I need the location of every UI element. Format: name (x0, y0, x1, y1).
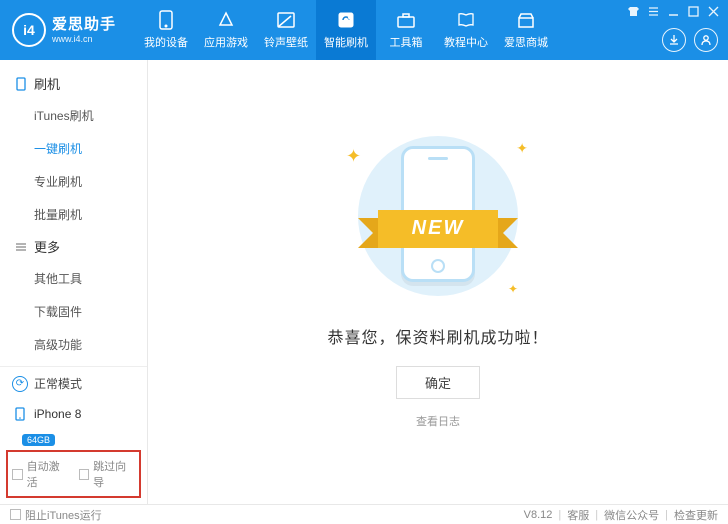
brand-url: www.i4.cn (52, 34, 116, 45)
nav-label: 智能刷机 (324, 34, 368, 50)
checkbox-label: 跳过向导 (93, 458, 135, 490)
checkbox-skip-guide[interactable]: 跳过向导 (79, 458, 136, 490)
device-name: iPhone 8 (34, 407, 81, 421)
sidebar-group-flash[interactable]: 刷机 (0, 68, 147, 99)
download-icon[interactable] (662, 28, 686, 52)
device-mode[interactable]: ⟳ 正常模式 (0, 367, 147, 400)
close-icon[interactable] (706, 4, 720, 18)
nav-toolbox[interactable]: 工具箱 (376, 0, 436, 60)
sidebar-item-batch-flash[interactable]: 批量刷机 (0, 198, 147, 231)
sidebar-item-itunes-flash[interactable]: iTunes刷机 (0, 99, 147, 132)
nav-label: 铃声壁纸 (264, 34, 308, 50)
sidebar-group-more[interactable]: 更多 (0, 231, 147, 262)
user-icon[interactable] (694, 28, 718, 52)
sidebar: 刷机 iTunes刷机 一键刷机 专业刷机 批量刷机 更多 其他工具 下载固件 … (0, 60, 148, 504)
phone-icon (156, 10, 176, 30)
nav-flash[interactable]: 智能刷机 (316, 0, 376, 60)
brand-name: 爱思助手 (52, 16, 116, 34)
footer-link-wechat[interactable]: 微信公众号 (604, 507, 659, 523)
flash-icon (336, 10, 356, 30)
storage-badge: 64GB (22, 434, 55, 446)
device-small-icon (14, 77, 28, 91)
top-nav: 我的设备 应用游戏 铃声壁纸 智能刷机 工具箱 教程中心 爱思商城 (136, 0, 556, 60)
success-illustration: ✦ ✦ ✦ NEW (338, 126, 538, 306)
nav-tutorials[interactable]: 教程中心 (436, 0, 496, 60)
ribbon-text: NEW (378, 210, 498, 248)
nav-ringtones[interactable]: 铃声壁纸 (256, 0, 316, 60)
store-icon (516, 10, 536, 30)
checkbox-auto-activate[interactable]: 自动激活 (12, 458, 69, 490)
sidebar-item-oneclick-flash[interactable]: 一键刷机 (0, 132, 147, 165)
refresh-icon: ⟳ (12, 376, 28, 392)
sidebar-group-title: 更多 (34, 237, 60, 256)
book-icon (456, 10, 476, 30)
nav-label: 应用游戏 (204, 34, 248, 50)
apps-icon (216, 10, 236, 30)
device-info[interactable]: iPhone 8 (0, 400, 147, 432)
logo-icon: i4 (12, 13, 46, 47)
nav-store[interactable]: 爱思商城 (496, 0, 556, 60)
toolbox-icon (396, 10, 416, 30)
view-log-link[interactable]: 查看日志 (416, 413, 460, 429)
skin-icon[interactable] (626, 4, 640, 18)
checkbox-label: 阻止iTunes运行 (25, 507, 102, 523)
sidebar-item-other-tools[interactable]: 其他工具 (0, 262, 147, 295)
checkbox-label: 自动激活 (27, 458, 69, 490)
sidebar-item-download-firmware[interactable]: 下载固件 (0, 295, 147, 328)
mode-label: 正常模式 (34, 375, 82, 392)
nav-label: 我的设备 (144, 34, 188, 50)
menu-icon[interactable] (646, 4, 660, 18)
sidebar-group-title: 刷机 (34, 74, 60, 93)
checkbox-block-itunes[interactable]: 阻止iTunes运行 (10, 507, 102, 523)
status-bar: 阻止iTunes运行 V8.12 | 客服 | 微信公众号 | 检查更新 (0, 504, 728, 524)
options-highlight: 自动激活 跳过向导 (6, 450, 141, 498)
nav-label: 工具箱 (390, 34, 423, 50)
minimize-icon[interactable] (666, 4, 680, 18)
main-content: ✦ ✦ ✦ NEW 恭喜您，保资料刷机成功啦！ 确定 查看日志 (148, 60, 728, 504)
image-icon (276, 10, 296, 30)
window-controls (626, 4, 720, 18)
app-logo: i4 爱思助手 www.i4.cn (0, 13, 128, 47)
version-label: V8.12 (524, 509, 553, 521)
nav-my-device[interactable]: 我的设备 (136, 0, 196, 60)
sidebar-item-pro-flash[interactable]: 专业刷机 (0, 165, 147, 198)
maximize-icon[interactable] (686, 4, 700, 18)
more-icon (14, 240, 28, 254)
success-message: 恭喜您，保资料刷机成功啦！ (327, 324, 548, 348)
ok-button[interactable]: 确定 (396, 366, 480, 399)
footer-link-support[interactable]: 客服 (567, 507, 589, 523)
nav-label: 教程中心 (444, 34, 488, 50)
phone-small-icon (12, 406, 28, 422)
footer-link-update[interactable]: 检查更新 (674, 507, 718, 523)
nav-apps[interactable]: 应用游戏 (196, 0, 256, 60)
nav-label: 爱思商城 (504, 34, 548, 50)
sidebar-item-advanced[interactable]: 高级功能 (0, 328, 147, 361)
